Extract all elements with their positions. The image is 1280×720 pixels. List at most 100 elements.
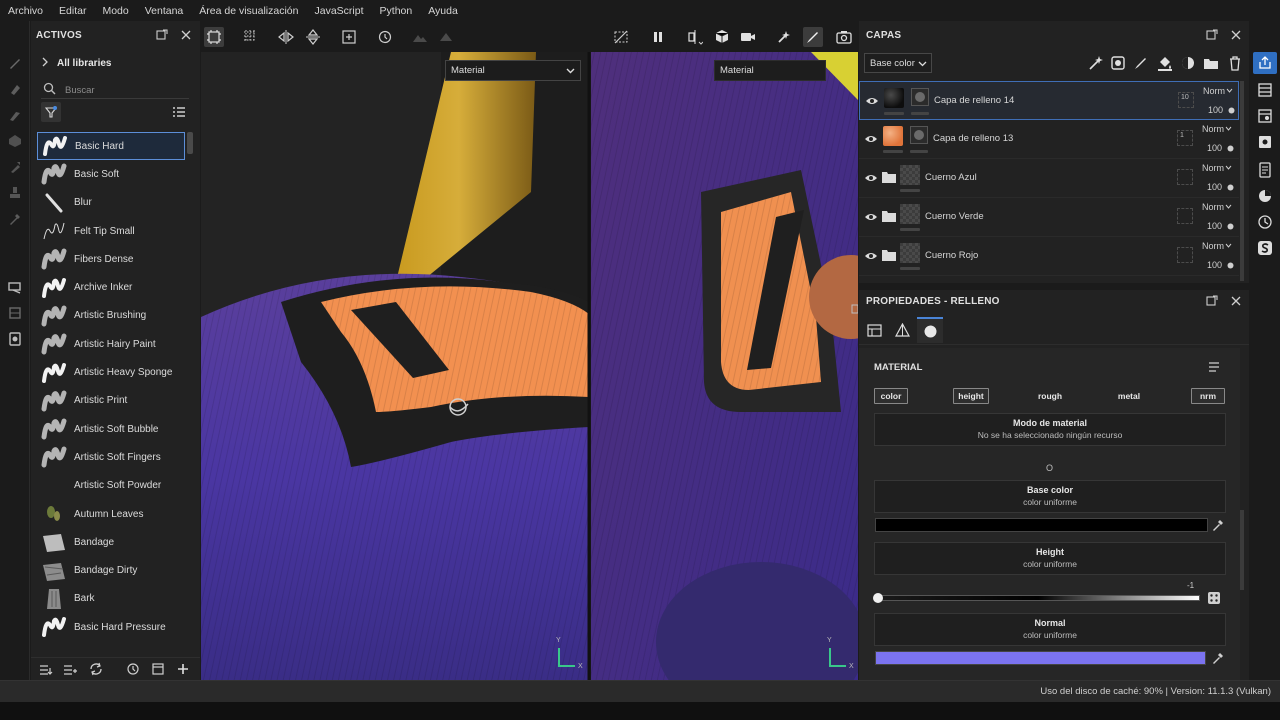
base-color-swatch[interactable]	[875, 518, 1208, 532]
geometry-mask-tool-icon[interactable]	[7, 305, 23, 321]
height-slider-handle[interactable]	[873, 593, 883, 603]
paint-mode-icon[interactable]	[803, 27, 823, 47]
bake-tool-icon[interactable]	[7, 331, 23, 347]
blend-mode-select[interactable]: Norm	[1202, 241, 1232, 251]
menu-javascript[interactable]: JavaScript	[307, 5, 372, 17]
brush-item[interactable]: Artistic Soft Powder	[37, 472, 185, 500]
add-paint-layer-icon[interactable]	[1133, 55, 1149, 71]
mirror-vertical-icon[interactable]	[303, 27, 323, 47]
light-icon[interactable]	[774, 27, 794, 47]
menu-python[interactable]: Python	[372, 5, 421, 17]
hide-uv-icon[interactable]	[611, 27, 631, 47]
add-icon[interactable]	[176, 662, 190, 676]
mirror-horizontal-icon[interactable]	[276, 27, 296, 47]
new-library-icon[interactable]	[63, 662, 77, 676]
channel-toggle-height[interactable]: height	[953, 388, 989, 404]
brush-item[interactable]: Autumn Leaves	[37, 500, 185, 528]
paint-brush-tool-icon[interactable]	[7, 55, 23, 71]
layer-row[interactable]: Cuerno Verde Norm 100	[859, 198, 1239, 237]
menu-icon[interactable]	[1207, 360, 1221, 374]
close-icon[interactable]	[1229, 28, 1243, 42]
list-view-icon[interactable]	[172, 105, 186, 119]
brush-item[interactable]: Basic Soft	[37, 160, 185, 188]
material-mode-slot[interactable]: Modo de material No se ha seleccionado n…	[874, 413, 1226, 446]
brush-item[interactable]: Felt Tip Small	[37, 217, 185, 245]
height-slider-track[interactable]	[877, 595, 1200, 601]
sphere-icon[interactable]	[436, 27, 456, 47]
camera-icon[interactable]	[738, 27, 758, 47]
eye-visibility-icon[interactable]	[865, 94, 879, 108]
eyedropper-icon[interactable]	[1211, 651, 1225, 665]
search-input[interactable]	[65, 82, 185, 98]
add-effect-icon[interactable]	[1087, 55, 1103, 71]
import-icon[interactable]	[39, 662, 53, 676]
display-settings-icon[interactable]	[1257, 134, 1273, 150]
blend-mode-select[interactable]: Norm	[1203, 86, 1233, 96]
brush-item[interactable]: Bandage	[37, 528, 185, 556]
grid-view-icon[interactable]	[204, 27, 224, 47]
brush-item[interactable]: Blur	[37, 189, 185, 217]
brush-item[interactable]: Artistic Print	[37, 387, 185, 415]
layers-scrollbar[interactable]	[1240, 81, 1244, 281]
normal-color-swatch[interactable]	[875, 651, 1206, 665]
brush-item[interactable]: Artistic Brushing	[37, 302, 185, 330]
filter-icon[interactable]	[41, 102, 61, 122]
add-folder-icon[interactable]	[1203, 55, 1219, 71]
eraser-tool-icon[interactable]	[7, 81, 23, 97]
properties-scrollbar[interactable]	[1240, 510, 1244, 590]
tab-fill-properties-icon[interactable]	[861, 317, 887, 343]
layer-opacity[interactable]: 100	[1207, 182, 1222, 192]
screenshot-icon[interactable]	[834, 27, 854, 47]
layer-opacity[interactable]: 100	[1207, 260, 1222, 270]
menu-ayuda[interactable]: Ayuda	[420, 5, 466, 17]
material-tool-icon[interactable]	[7, 279, 23, 295]
brush-item[interactable]: Fibers Dense	[37, 245, 185, 273]
polygon-fill-tool-icon[interactable]	[7, 133, 23, 149]
normal-slot[interactable]: Normal color uniforme	[874, 613, 1226, 646]
menu-modo[interactable]: Modo	[94, 5, 136, 17]
channel-select[interactable]: Base color	[864, 53, 932, 73]
channel-toggle-rough[interactable]: rough	[1033, 388, 1067, 404]
brush-item[interactable]: Artistic Soft Fingers	[37, 443, 185, 471]
brush-item[interactable]: Artistic Heavy Sponge	[37, 358, 185, 386]
layer-row[interactable]: Cuerno Azul Norm 100	[859, 159, 1239, 198]
menu-ventana[interactable]: Ventana	[137, 5, 192, 17]
close-icon[interactable]	[1229, 294, 1243, 308]
undock-icon[interactable]	[1205, 294, 1219, 308]
brush-item[interactable]: Bark	[37, 585, 185, 613]
undock-icon[interactable]	[155, 28, 169, 42]
assets-scrollbar[interactable]	[187, 132, 193, 154]
clone-stamp-tool-icon[interactable]	[7, 185, 23, 201]
menu-archivo[interactable]: Archivo	[0, 5, 51, 17]
right-material-select[interactable]: Material	[714, 60, 826, 81]
delete-layer-icon[interactable]	[1227, 55, 1243, 71]
tile-grid-icon[interactable]	[240, 27, 260, 47]
split-view-icon[interactable]	[685, 27, 705, 47]
left-material-select[interactable]: Material	[445, 60, 581, 81]
blend-mode-select[interactable]: Norm	[1202, 124, 1232, 134]
brush-item[interactable]: Artistic Soft Bubble	[37, 415, 185, 443]
brush-item[interactable]: Bandage Dirty	[37, 556, 185, 584]
brush-item[interactable]: Artistic Hairy Paint	[37, 330, 185, 358]
blend-mode-select[interactable]: Norm	[1202, 202, 1232, 212]
channel-toggle-metal[interactable]: metal	[1112, 388, 1146, 404]
eye-visibility-icon[interactable]	[864, 171, 878, 185]
color-picker-tool-icon[interactable]	[7, 211, 23, 227]
brush-item[interactable]: Basic Hard Pressure	[37, 613, 185, 641]
terrain-icon[interactable]	[410, 27, 430, 47]
menu-editar[interactable]: Editar	[51, 5, 94, 17]
tab-projection-icon[interactable]	[889, 317, 915, 343]
texture-set-icon[interactable]	[1257, 108, 1273, 124]
layer-row[interactable]: Capa de relleno 13 1 Norm 100	[859, 120, 1239, 159]
smudge-tool-icon[interactable]	[7, 159, 23, 175]
undock-icon[interactable]	[1205, 28, 1219, 42]
add-mask-icon[interactable]	[1110, 55, 1126, 71]
brush-item[interactable]: Archive Inker	[37, 273, 185, 301]
reset-view-icon[interactable]	[375, 27, 395, 47]
blend-mode-select[interactable]: Norm	[1202, 163, 1232, 173]
pause-icon[interactable]	[648, 27, 668, 47]
layer-row[interactable]: Capa de relleno 14 10 Norm 100	[859, 81, 1239, 120]
layer-opacity[interactable]: 100	[1208, 105, 1223, 115]
layer-opacity[interactable]: 100	[1207, 143, 1222, 153]
base-color-slot[interactable]: Base color color uniforme	[874, 480, 1226, 513]
